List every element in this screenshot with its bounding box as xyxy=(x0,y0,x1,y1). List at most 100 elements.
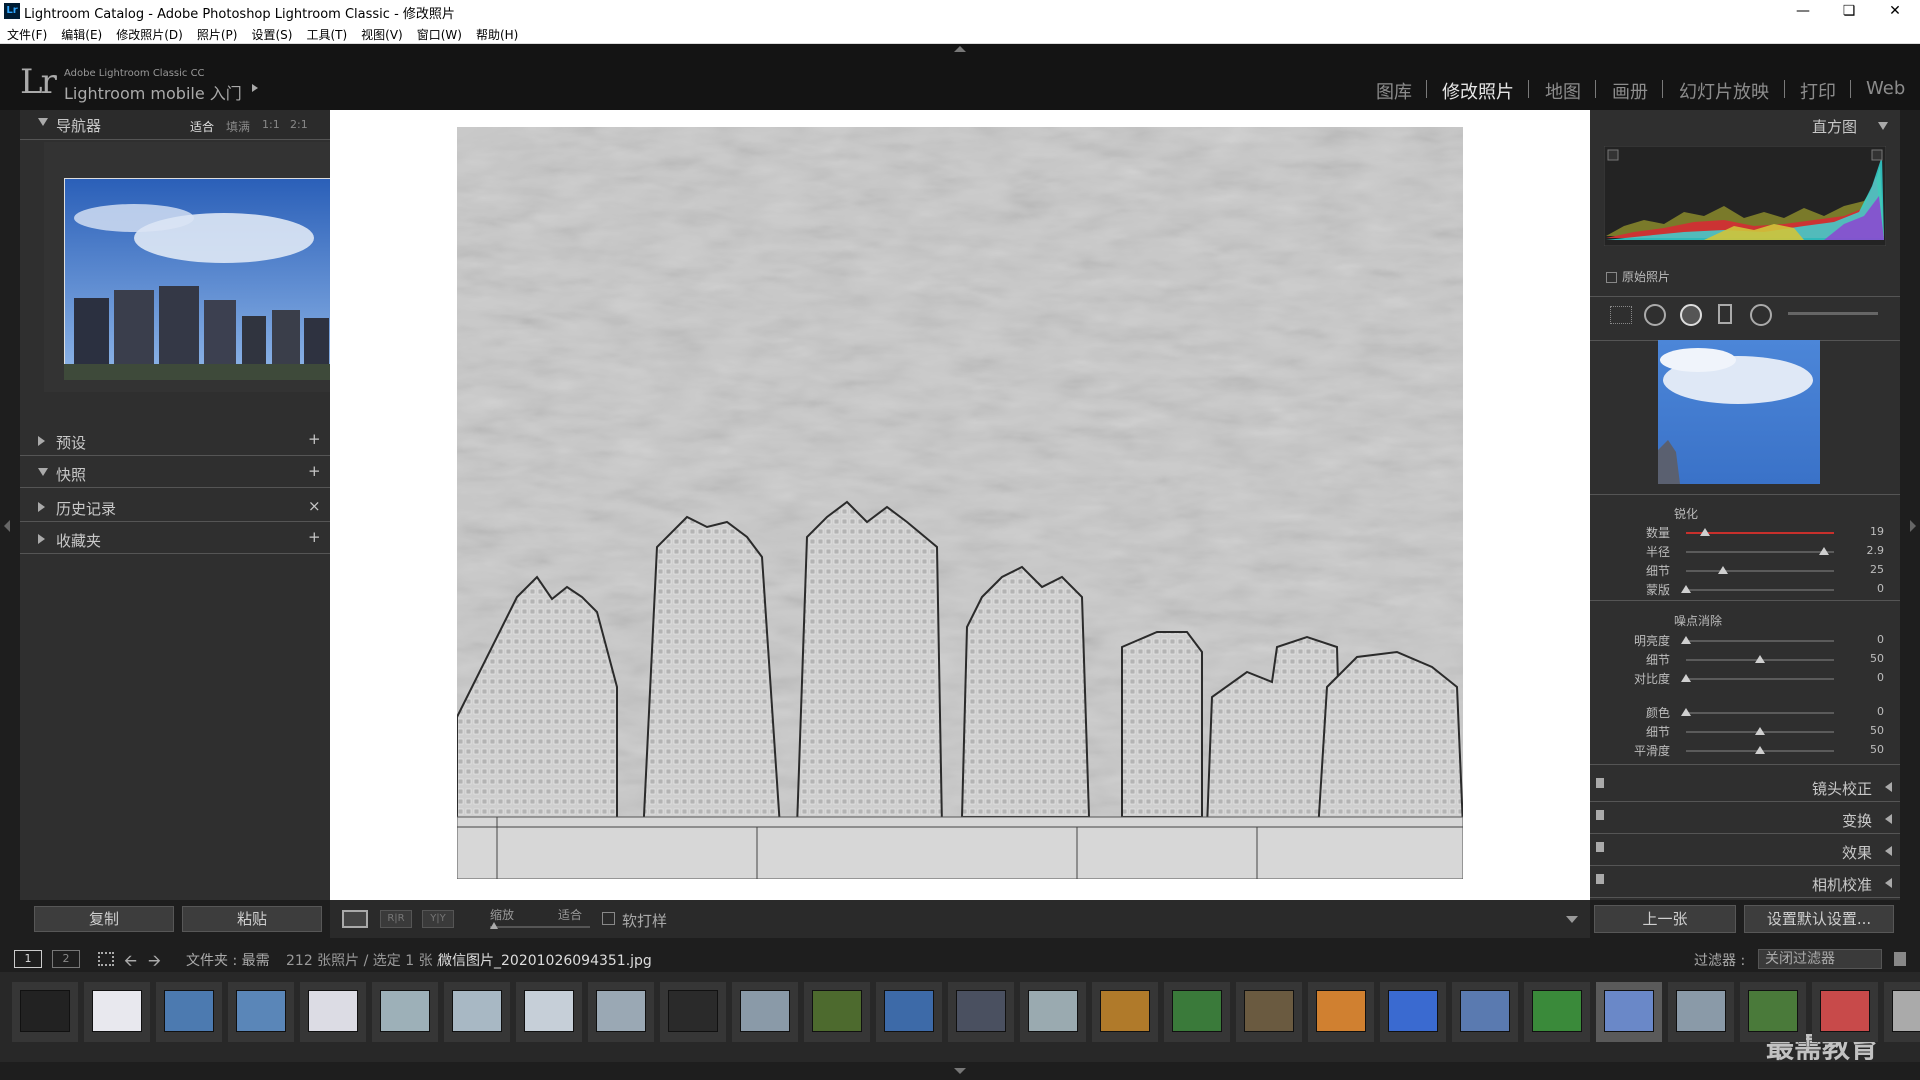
luminance-slider-2-value[interactable]: 0 xyxy=(1854,671,1884,684)
play-arrow-icon[interactable] xyxy=(252,84,258,92)
collapse-bottom-icon[interactable] xyxy=(954,1068,966,1074)
module-slideshow[interactable]: 幻灯片放映 xyxy=(1679,78,1769,104)
photo-canvas[interactable] xyxy=(330,110,1590,900)
zoom-fill[interactable]: 填满 xyxy=(226,118,250,135)
sharpen-slider-3-track[interactable] xyxy=(1686,589,1834,591)
filmstrip-thumbnail[interactable] xyxy=(1020,982,1086,1042)
panel-section-0[interactable]: 镜头校正 xyxy=(1590,772,1900,802)
filmstrip-thumbnail[interactable] xyxy=(372,982,438,1042)
menu-file[interactable]: 文件(F) xyxy=(0,22,54,43)
loupe-view-icon[interactable] xyxy=(342,910,368,928)
menu-view[interactable]: 视图(V) xyxy=(354,22,410,43)
brush-slider[interactable] xyxy=(1788,312,1878,315)
add-collection-button[interactable]: + xyxy=(308,528,321,546)
panel-toggle-icon[interactable] xyxy=(1596,778,1604,788)
luminance-slider-1-value[interactable]: 50 xyxy=(1854,652,1884,665)
mobile-link[interactable]: Lightroom mobile 入门 xyxy=(64,80,242,104)
sharpen-slider-1-thumb[interactable] xyxy=(1818,547,1829,555)
sharpen-slider-2-value[interactable]: 25 xyxy=(1854,563,1884,576)
add-preset-button[interactable]: + xyxy=(308,430,321,448)
spot-removal-icon[interactable] xyxy=(1644,304,1666,326)
filmstrip-thumbnail[interactable] xyxy=(1524,982,1590,1042)
graduated-filter-icon[interactable] xyxy=(1718,304,1732,324)
color-noise-slider-2-value[interactable]: 50 xyxy=(1854,743,1884,756)
sharpen-slider-0-thumb[interactable] xyxy=(1700,528,1711,536)
color-noise-slider-0-value[interactable]: 0 xyxy=(1854,705,1884,718)
luminance-slider-0-value[interactable]: 0 xyxy=(1854,633,1884,646)
color-noise-slider-2-thumb[interactable] xyxy=(1755,746,1765,754)
panel-section-2[interactable]: 效果 xyxy=(1590,836,1900,866)
crop-tool-icon[interactable] xyxy=(1610,306,1632,324)
collections-header[interactable]: 收藏夹 + xyxy=(20,524,330,554)
filmstrip-thumbnail[interactable] xyxy=(1884,982,1920,1042)
before-after-split-icon[interactable]: Y|Y xyxy=(422,910,454,928)
filmstrip-thumbnail[interactable] xyxy=(1236,982,1302,1042)
filmstrip-thumbnail[interactable] xyxy=(660,982,726,1042)
color-noise-slider-0-track[interactable] xyxy=(1686,712,1834,714)
radial-filter-icon[interactable] xyxy=(1750,304,1772,326)
sharpen-slider-2-thumb[interactable] xyxy=(1718,566,1728,574)
history-header[interactable]: 历史记录 × xyxy=(20,492,330,522)
collapse-right-icon[interactable] xyxy=(1910,520,1916,532)
copy-button[interactable]: 复制 xyxy=(34,906,174,932)
previous-button[interactable]: 上一张 xyxy=(1594,905,1736,933)
grid-icon[interactable] xyxy=(98,952,114,966)
filmstrip-thumbnail[interactable] xyxy=(1668,982,1734,1042)
softproof-checkbox[interactable] xyxy=(602,912,615,925)
clear-history-button[interactable]: × xyxy=(308,497,321,515)
filmstrip-thumbnail[interactable] xyxy=(84,982,150,1042)
module-print[interactable]: 打印 xyxy=(1800,78,1836,104)
panel-toggle-icon[interactable] xyxy=(1596,810,1604,820)
color-noise-slider-0-thumb[interactable] xyxy=(1681,708,1691,716)
module-library[interactable]: 图库 xyxy=(1376,78,1412,104)
filmstrip-thumbnail[interactable] xyxy=(1164,982,1230,1042)
minimize-button[interactable]: — xyxy=(1780,0,1826,22)
filmstrip-thumbnail[interactable] xyxy=(1380,982,1446,1042)
presets-header[interactable]: 预设 + xyxy=(20,426,330,456)
panel-section-3[interactable]: 相机校准 xyxy=(1590,868,1900,898)
detail-preview[interactable] xyxy=(1658,340,1820,484)
filmstrip-thumbnail[interactable] xyxy=(876,982,942,1042)
zoom-fit[interactable]: 适合 xyxy=(190,118,214,135)
filmstrip-thumbnail[interactable] xyxy=(948,982,1014,1042)
filmstrip-thumbnail[interactable] xyxy=(1308,982,1374,1042)
panel-section-1[interactable]: 变换 xyxy=(1590,804,1900,834)
filmstrip-thumbnail[interactable] xyxy=(12,982,78,1042)
filmstrip-thumbnail[interactable] xyxy=(516,982,582,1042)
sharpen-slider-1-track[interactable] xyxy=(1686,551,1834,553)
color-noise-slider-1-value[interactable]: 50 xyxy=(1854,724,1884,737)
filmstrip-thumbnail[interactable] xyxy=(1092,982,1158,1042)
module-map[interactable]: 地图 xyxy=(1545,78,1581,104)
page2-button[interactable]: 2 xyxy=(52,950,80,968)
reset-defaults-button[interactable]: 设置默认设置... xyxy=(1744,905,1894,933)
main-photo[interactable] xyxy=(457,127,1463,879)
menu-photo[interactable]: 照片(P) xyxy=(190,22,245,43)
filmstrip-thumbnail[interactable] xyxy=(156,982,222,1042)
luminance-slider-2-thumb[interactable] xyxy=(1681,674,1691,682)
module-web[interactable]: Web xyxy=(1866,78,1905,99)
filmstrip-thumbnail[interactable] xyxy=(300,982,366,1042)
filmstrip-thumbnail[interactable] xyxy=(228,982,294,1042)
filmstrip-thumbnail[interactable] xyxy=(588,982,654,1042)
filmstrip-thumbnail[interactable] xyxy=(1596,982,1662,1042)
menu-edit[interactable]: 编辑(E) xyxy=(54,22,109,43)
filter-dropdown[interactable]: 关闭过滤器 xyxy=(1758,949,1882,969)
zoom-slider-thumb[interactable] xyxy=(490,922,498,929)
add-snapshot-button[interactable]: + xyxy=(308,462,321,480)
snapshots-header[interactable]: 快照 + xyxy=(20,458,330,488)
original-photo-checkbox[interactable] xyxy=(1606,272,1617,283)
filmstrip-thumbnail[interactable] xyxy=(444,982,510,1042)
menu-window[interactable]: 窗口(W) xyxy=(410,22,469,43)
zoom-slider-track[interactable] xyxy=(490,926,590,928)
zoom-1to1[interactable]: 1:1 xyxy=(262,118,280,131)
panel-toggle-icon[interactable] xyxy=(1596,874,1604,884)
page1-button[interactable]: 1 xyxy=(14,950,42,968)
close-button[interactable]: ✕ xyxy=(1872,0,1918,22)
red-eye-icon[interactable] xyxy=(1680,304,1702,326)
menu-settings[interactable]: 设置(S) xyxy=(244,22,299,43)
panel-toggle-icon[interactable] xyxy=(1596,842,1604,852)
sharpen-slider-3-thumb[interactable] xyxy=(1681,585,1691,593)
expand-icon[interactable] xyxy=(1878,122,1888,130)
module-book[interactable]: 画册 xyxy=(1612,78,1648,104)
luminance-slider-0-track[interactable] xyxy=(1686,640,1834,642)
